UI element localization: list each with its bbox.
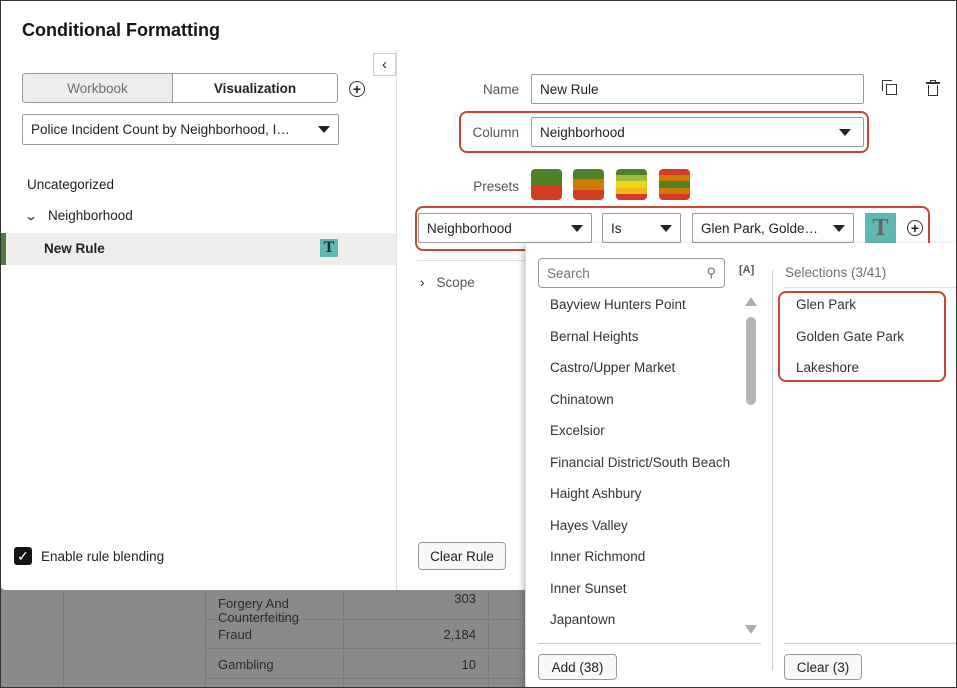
preset-band xyxy=(573,190,604,200)
scope-label: Scope xyxy=(437,275,475,290)
value-list-item[interactable]: Financial District/South Beach xyxy=(550,455,730,470)
table-divider xyxy=(205,678,525,679)
search-icon: ⚲ xyxy=(706,265,716,281)
match-case-toggle[interactable]: [A] xyxy=(739,264,754,276)
condition-column-select[interactable]: Neighborhood xyxy=(418,213,592,243)
chevron-down-icon xyxy=(833,225,845,232)
condition-values-value: Glen Park, Golde… xyxy=(701,221,818,236)
rule-item-new-rule[interactable]: New Rule T xyxy=(1,233,396,265)
clear-selections-button[interactable]: Clear (3) xyxy=(784,654,862,680)
visualization-select-value: Police Incident Count by Neighborhood, I… xyxy=(31,122,290,137)
value-list-item[interactable]: Inner Sunset xyxy=(550,581,627,596)
collapse-panel-button[interactable]: ‹ xyxy=(373,53,396,76)
add-button[interactable]: Add (38) xyxy=(538,654,617,680)
chevron-down-icon xyxy=(571,225,583,232)
preset-band xyxy=(573,179,604,189)
search-placeholder: Search xyxy=(547,266,590,281)
enable-blending-label: Enable rule blending xyxy=(41,549,164,564)
column-select[interactable]: Neighborhood xyxy=(531,117,864,147)
clear-rule-button[interactable]: Clear Rule xyxy=(418,542,506,570)
table-cell: Forgery And Counterfeiting xyxy=(218,597,328,625)
preset-band xyxy=(659,194,690,200)
chevron-right-icon: › xyxy=(420,275,425,290)
enable-blending-checkbox[interactable]: ✓ xyxy=(14,547,32,565)
selections-highlight xyxy=(778,291,946,382)
divider xyxy=(784,287,957,288)
name-input-value: New Rule xyxy=(540,82,599,97)
preset-band xyxy=(531,185,562,201)
table-divider xyxy=(205,648,525,649)
table-divider xyxy=(343,590,344,688)
divider xyxy=(784,643,957,644)
checkmark-icon: ✓ xyxy=(17,548,29,564)
tab-visualization[interactable]: Visualization xyxy=(172,73,338,103)
value-list-item[interactable]: Inner Richmond xyxy=(550,549,645,564)
preset-swatch[interactable] xyxy=(659,169,690,200)
chevron-down-icon xyxy=(660,225,672,232)
format-text-button[interactable]: T xyxy=(865,213,896,243)
scroll-up-icon[interactable] xyxy=(745,297,757,306)
tab-workbook[interactable]: Workbook xyxy=(22,73,173,103)
value-list-item[interactable]: Hayes Valley xyxy=(550,518,628,533)
chevron-down-icon: ⌄ xyxy=(24,209,52,223)
selections-label: Selections (3/41) xyxy=(785,265,886,280)
text-format-icon: T xyxy=(320,239,338,257)
category-heading: Uncategorized xyxy=(27,177,114,192)
chevron-down-icon xyxy=(839,129,851,136)
column-select-value: Neighborhood xyxy=(540,125,625,140)
preset-swatch[interactable] xyxy=(616,169,647,200)
value-list-item[interactable]: Bayview Hunters Point xyxy=(550,297,686,312)
value-list-item[interactable]: Haight Ashbury xyxy=(550,486,642,501)
dialog-title: Conditional Formatting xyxy=(22,20,220,41)
condition-column-value: Neighborhood xyxy=(427,221,512,236)
condition-operator-value: Is xyxy=(611,221,622,236)
chevron-down-icon xyxy=(318,126,330,133)
value-list-item[interactable]: Bernal Heights xyxy=(550,329,639,344)
preset-band xyxy=(573,169,604,179)
presets-label: Presets xyxy=(419,179,519,194)
name-input[interactable]: New Rule xyxy=(531,74,864,104)
value-list-item[interactable]: Japantown xyxy=(550,612,615,627)
table-divider xyxy=(488,590,489,688)
duplicate-icon[interactable] xyxy=(882,80,898,96)
preset-swatch[interactable] xyxy=(573,169,604,200)
group-label: Neighborhood xyxy=(48,208,133,223)
table-cell: 303 xyxy=(400,591,476,606)
table-cell: Fraud xyxy=(218,627,252,642)
table-cell: Gambling xyxy=(218,657,274,672)
plus-icon: + xyxy=(911,221,919,235)
scroll-down-icon[interactable] xyxy=(745,625,757,634)
add-condition-button[interactable]: + xyxy=(907,220,923,236)
column-label: Column xyxy=(419,125,519,140)
value-list-item[interactable]: Excelsior xyxy=(550,423,605,438)
condition-operator-select[interactable]: Is xyxy=(602,213,681,243)
preset-band xyxy=(531,169,562,185)
add-rule-button[interactable]: + xyxy=(349,81,365,97)
panel-divider xyxy=(396,50,397,590)
scope-toggle[interactable]: › Scope xyxy=(420,275,475,290)
value-list-item[interactable]: Castro/Upper Market xyxy=(550,360,675,375)
chevron-left-icon: ‹ xyxy=(382,56,387,73)
name-label: Name xyxy=(419,82,519,97)
preset-swatch[interactable] xyxy=(531,169,562,200)
table-cell: 2,184 xyxy=(400,627,476,642)
divider xyxy=(417,260,525,261)
plus-icon: + xyxy=(353,82,361,96)
table-divider xyxy=(63,590,64,688)
preset-band xyxy=(616,194,647,200)
divider xyxy=(538,643,761,644)
visualization-select[interactable]: Police Incident Count by Neighborhood, I… xyxy=(22,114,339,145)
trash-icon[interactable] xyxy=(926,80,940,96)
divider xyxy=(772,270,773,670)
condition-values-select[interactable]: Glen Park, Golde… xyxy=(692,213,854,243)
search-input[interactable]: Search ⚲ xyxy=(538,258,725,288)
table-cell: 10 xyxy=(400,657,476,672)
value-list-item[interactable]: Chinatown xyxy=(550,392,614,407)
rule-label: New Rule xyxy=(44,241,105,256)
scrollbar-thumb[interactable] xyxy=(746,317,756,405)
group-neighborhood[interactable]: ⌄ Neighborhood xyxy=(22,208,133,223)
table-divider xyxy=(205,590,206,688)
